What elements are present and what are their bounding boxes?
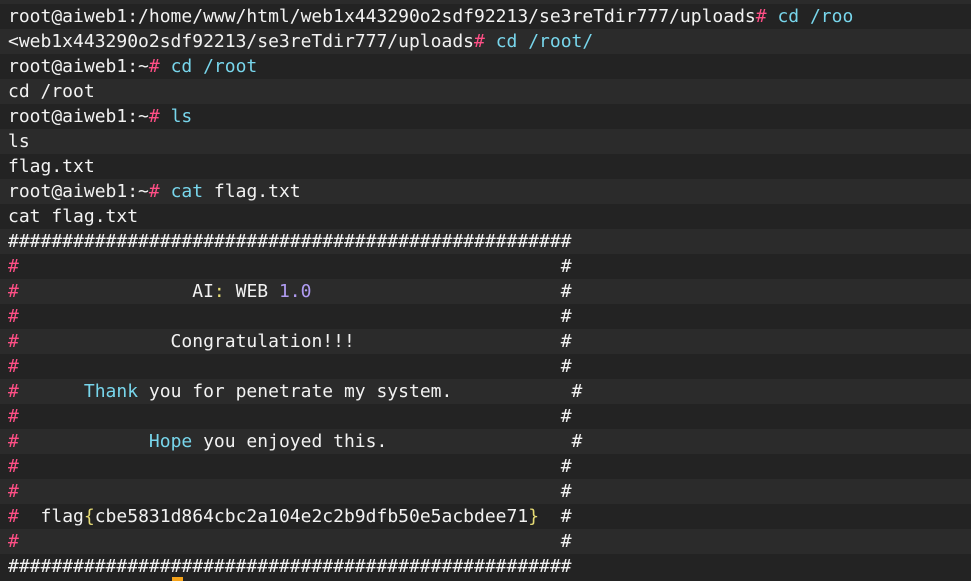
terminal-line: # # — [0, 404, 971, 429]
terminal-text-segment: ls — [170, 106, 193, 127]
terminal-text-segment: ls — [8, 131, 30, 152]
terminal-text-segment: # — [18, 456, 572, 477]
terminal-text-segment: flag.txt — [203, 181, 301, 202]
terminal-text-segment: # — [148, 181, 171, 202]
terminal-text-segment: # — [18, 531, 572, 552]
terminal-text-segment: cd /roo — [777, 6, 854, 27]
terminal-line: root@aiweb1:/home/www/html/web1x443290o2… — [0, 4, 971, 29]
terminal-text-segment: # — [8, 306, 19, 327]
terminal-text-segment: cat — [170, 181, 204, 202]
terminal-text-segment: root@aiweb1:~ — [8, 106, 149, 127]
terminal-line: root@aiweb1:~# ls — [0, 104, 971, 129]
terminal-text-segment: : — [213, 281, 225, 302]
terminal-text-segment: Thank — [83, 381, 139, 402]
terminal-text-segment: Hope — [148, 431, 193, 452]
terminal-text-segment: # — [18, 256, 572, 277]
terminal-text-segment: } — [528, 506, 540, 527]
terminal-line: ls — [0, 129, 971, 154]
terminal-text-segment: cd /root — [8, 81, 95, 102]
terminal-text-segment: cd /root — [170, 56, 258, 77]
terminal-text-segment: # — [8, 406, 19, 427]
terminal-line: root@aiweb1:~# cat flag.txt — [0, 179, 971, 204]
terminal-text-segment: AI — [192, 281, 214, 302]
terminal-text-segment: { — [83, 506, 95, 527]
terminal-text-segment: # — [8, 381, 19, 402]
terminal-text-segment: # — [8, 481, 19, 502]
terminal-text-segment: WEB — [224, 281, 279, 302]
terminal-line: # AI: WEB 1.0 # — [0, 279, 971, 304]
text-cursor — [172, 577, 183, 581]
terminal-text-segment: ########################################… — [8, 556, 572, 577]
terminal-text-segment: root@aiweb1:/home/www/html/web1x443290o2… — [8, 6, 756, 27]
terminal-text-segment: # — [18, 406, 572, 427]
terminal-output: root@aiweb1:/home/www/html/web1x443290o2… — [0, 4, 971, 579]
terminal-text-segment: 1.0 — [278, 281, 312, 302]
terminal-text-segment: # — [8, 531, 19, 552]
terminal-text-segment: # — [8, 331, 19, 352]
terminal-text-segment: cat flag.txt — [8, 206, 139, 227]
terminal-text-segment: you enjoyed this. # — [192, 431, 583, 452]
terminal-text-segment: # — [755, 6, 778, 27]
terminal-line: # flag{cbe5831d864cbc2a104e2c2b9dfb50e5a… — [0, 504, 971, 529]
terminal-line: # # — [0, 454, 971, 479]
terminal-text-segment: root@aiweb1:~ — [8, 56, 149, 77]
terminal-text-segment: # — [8, 281, 19, 302]
terminal-window[interactable]: root@aiweb1:/home/www/html/web1x443290o2… — [0, 0, 971, 581]
terminal-text-segment: # — [148, 56, 171, 77]
terminal-text-segment: # — [8, 431, 19, 452]
terminal-text-segment: flag.txt — [8, 156, 95, 177]
terminal-text-segment: # — [18, 306, 572, 327]
terminal-text-segment: # — [8, 456, 19, 477]
terminal-line: root@aiweb1:~# cd /root — [0, 54, 971, 79]
terminal-line: # # — [0, 354, 971, 379]
terminal-line: <web1x443290o2sdf92213/se3reTdir777/uplo… — [0, 29, 971, 54]
terminal-line: # # — [0, 479, 971, 504]
terminal-text-segment: # — [18, 356, 572, 377]
terminal-line: ########################################… — [0, 554, 971, 579]
terminal-line: # Hope you enjoyed this. # — [0, 429, 971, 454]
terminal-line: cat flag.txt — [0, 204, 971, 229]
terminal-text-segment: ########################################… — [8, 231, 572, 252]
terminal-text-segment: # — [18, 481, 572, 502]
terminal-text-segment: flag — [18, 506, 84, 527]
terminal-text-segment: # — [148, 106, 171, 127]
terminal-text-segment: # — [8, 356, 19, 377]
terminal-text-segment: cbe5831d864cbc2a104e2c2b9dfb50e5acbdee71 — [94, 506, 529, 527]
terminal-text-segment: you for penetrate my system. # — [138, 381, 583, 402]
terminal-text-segment: root@aiweb1:~ — [8, 181, 149, 202]
terminal-line: # # — [0, 304, 971, 329]
terminal-line: cd /root — [0, 79, 971, 104]
terminal-line: flag.txt — [0, 154, 971, 179]
terminal-line: # # — [0, 254, 971, 279]
terminal-line: # # — [0, 529, 971, 554]
terminal-text-segment: # — [474, 31, 496, 52]
terminal-line: # Thank you for penetrate my system. # — [0, 379, 971, 404]
terminal-text-segment: <web1x443290o2sdf92213/se3reTdir777/uplo… — [8, 31, 474, 52]
terminal-text-segment: # — [8, 256, 19, 277]
terminal-text-segment: # — [539, 506, 572, 527]
terminal-line: # Congratulation!!! # — [0, 329, 971, 354]
terminal-text-segment: cd /root/ — [495, 31, 594, 52]
terminal-text-segment: # — [8, 506, 19, 527]
terminal-text-segment: Congratulation!!! # — [18, 331, 572, 352]
terminal-line: ########################################… — [0, 229, 971, 254]
terminal-text-segment: # — [311, 281, 572, 302]
